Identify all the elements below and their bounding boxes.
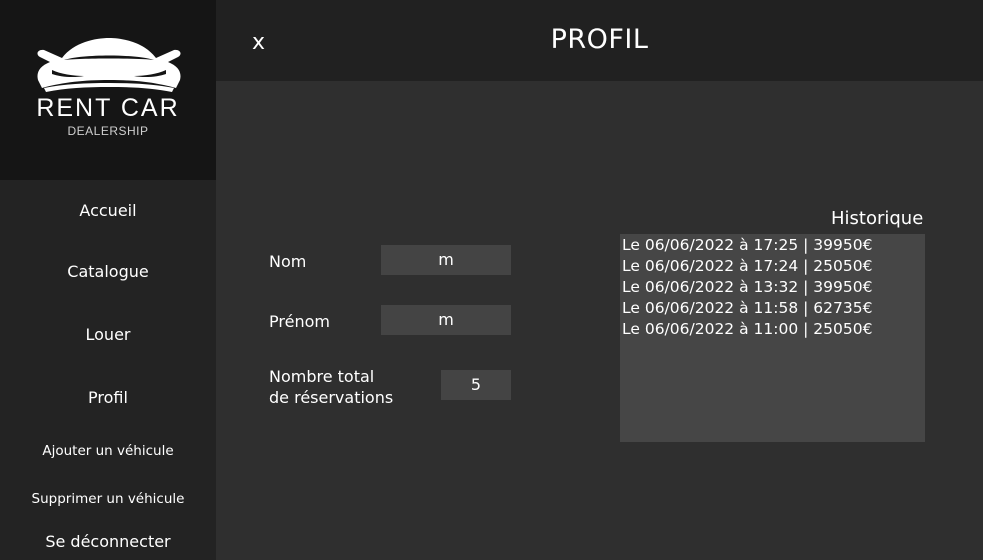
total-reservations-field: 5 (441, 370, 511, 400)
prenom-field: m (381, 305, 511, 335)
sidebar-item-profil[interactable]: Profil (0, 388, 216, 407)
history-item[interactable]: Le 06/06/2022 à 13:32 | 39950€ (622, 277, 923, 298)
sidebar-item-ajouter-vehicule[interactable]: Ajouter un véhicule (0, 443, 216, 459)
page-title: PROFIL (216, 24, 983, 55)
sidebar-item-louer[interactable]: Louer (0, 325, 216, 344)
sidebar: RENT CAR DEALERSHIP Accueil Catalogue Lo… (0, 0, 216, 560)
sidebar-item-catalogue[interactable]: Catalogue (0, 262, 216, 281)
nom-field: m (381, 245, 511, 275)
total-reservations-label-line2: de réservations (269, 388, 394, 407)
history-item[interactable]: Le 06/06/2022 à 11:00 | 25050€ (622, 319, 923, 340)
history-item[interactable]: Le 06/06/2022 à 17:24 | 25050€ (622, 256, 923, 277)
history-item[interactable]: Le 06/06/2022 à 11:58 | 62735€ (622, 298, 923, 319)
total-reservations-label-line1: Nombre total (269, 367, 375, 386)
header-bar: x PROFIL (216, 0, 983, 81)
history-title: Historique (831, 208, 924, 229)
history-list[interactable]: Le 06/06/2022 à 17:25 | 39950€ Le 06/06/… (620, 234, 925, 442)
brand-title: RENT CAR (36, 94, 180, 122)
nom-label: Nom (269, 252, 307, 271)
sidebar-item-supprimer-vehicule[interactable]: Supprimer un véhicule (0, 491, 216, 507)
sidebar-item-deconnecter[interactable]: Se déconnecter (0, 532, 216, 551)
logo-area: RENT CAR DEALERSHIP (0, 0, 216, 180)
sidebar-item-accueil[interactable]: Accueil (0, 201, 216, 220)
prenom-label: Prénom (269, 312, 330, 331)
page-title-text: PROFIL (550, 24, 649, 55)
brand-subtitle: DEALERSHIP (67, 124, 149, 138)
car-logo-icon (37, 38, 181, 92)
history-item[interactable]: Le 06/06/2022 à 17:25 | 39950€ (622, 235, 923, 256)
